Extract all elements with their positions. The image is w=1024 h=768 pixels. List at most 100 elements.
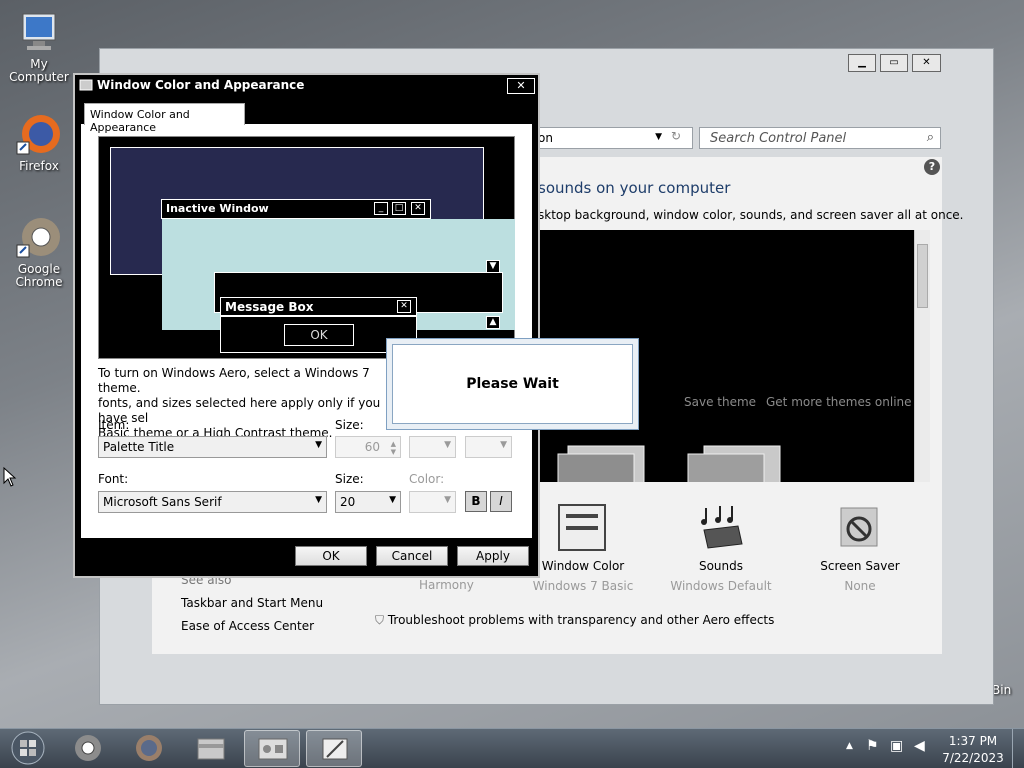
screen-saver-label: Screen Saver xyxy=(820,559,900,573)
item-size-spinner[interactable]: 60 ▲ ▼ xyxy=(335,436,401,458)
computer-icon xyxy=(15,10,63,54)
preview-ok-button[interactable]: OK xyxy=(284,324,354,346)
item-color-2-select[interactable]: ▼ xyxy=(465,436,512,458)
sounds-item[interactable]: Sounds Windows Default xyxy=(661,504,781,593)
chevron-down-icon: ▼ xyxy=(315,440,322,450)
chevron-down-icon: ▼ xyxy=(444,440,451,450)
mouse-cursor-icon xyxy=(3,467,17,487)
item-select[interactable]: Palette Title ▼ xyxy=(98,436,327,458)
firefox-icon xyxy=(15,112,63,156)
please-wait-popup: Please Wait xyxy=(386,338,639,430)
window-color-value: Windows 7 Basic xyxy=(532,579,634,593)
font-size-label: Size: xyxy=(335,472,364,486)
action-center-flag-icon[interactable]: ⚑ xyxy=(866,738,879,754)
page-subheading: sktop background, window color, sounds, … xyxy=(538,208,964,222)
window-color-label: Window Color xyxy=(541,559,625,573)
chevron-down-icon: ▼ xyxy=(389,495,396,505)
item-color-1-select[interactable]: ▼ xyxy=(409,436,456,458)
tab-window-color-appearance[interactable]: Window Color and Appearance xyxy=(84,103,245,134)
taskbar-chrome[interactable] xyxy=(60,730,116,767)
font-select-value: Microsoft Sans Serif xyxy=(103,495,222,509)
italic-toggle[interactable]: I xyxy=(490,491,512,512)
minimize-button[interactable]: ▁ xyxy=(848,54,876,72)
taskbar-firefox[interactable] xyxy=(121,730,177,767)
get-more-themes-link[interactable]: Get more themes online xyxy=(766,395,912,409)
network-icon[interactable]: ▣ xyxy=(890,738,903,754)
preview-inactive-window-title[interactable]: Inactive Window xyxy=(161,199,431,219)
window-color-item[interactable]: Window Color Windows 7 Basic xyxy=(523,504,643,593)
taskbar-start-menu-link[interactable]: Taskbar and Start Menu xyxy=(181,596,323,610)
folder-icon xyxy=(197,738,225,760)
dialog-close-button[interactable]: ✕ xyxy=(507,78,535,94)
save-theme-link[interactable]: Save theme xyxy=(684,395,756,409)
sounds-value: Windows Default xyxy=(670,579,772,593)
desktop-icon-label: My Computer xyxy=(9,57,69,84)
control-panel-icon xyxy=(258,738,288,760)
show-desktop-button[interactable] xyxy=(1012,729,1024,768)
close-button[interactable]: ✕ xyxy=(912,54,941,72)
page-heading: sounds on your computer xyxy=(538,179,731,197)
item-select-value: Palette Title xyxy=(103,440,175,454)
troubleshoot-link[interactable]: ⛉ Troubleshoot problems with transparenc… xyxy=(375,613,774,628)
clock-time: 1:37 PM xyxy=(948,734,998,748)
item-size-value: 60 xyxy=(364,440,380,454)
preview-scroll-down-icon: ▼ xyxy=(486,260,500,273)
spinner-arrows-icon[interactable]: ▲ ▼ xyxy=(391,440,396,456)
sounds-icon xyxy=(701,506,743,549)
bold-toggle[interactable]: B xyxy=(465,491,487,512)
ease-of-access-link[interactable]: Ease of Access Center xyxy=(181,619,314,633)
taskbar-explorer[interactable] xyxy=(183,730,239,767)
address-bar[interactable]: on ▼ xyxy=(533,127,693,149)
inactive-window-label: Inactive Window xyxy=(166,202,269,215)
chevron-down-icon: ▼ xyxy=(655,132,662,142)
preview-maximize-icon: □ xyxy=(392,202,406,215)
system-clock[interactable]: 1:37 PM 7/22/2023 xyxy=(940,733,1006,767)
item-size-label: Size: xyxy=(335,418,364,432)
sounds-label: Sounds xyxy=(698,559,744,573)
instructions-line: To turn on Windows Aero, select a Window… xyxy=(98,366,370,395)
dialog-app-icon xyxy=(79,79,93,91)
firefox-icon xyxy=(136,735,162,761)
desktop-icon-firefox[interactable]: Firefox xyxy=(0,112,79,173)
start-button[interactable] xyxy=(8,730,48,767)
font-color-label: Color: xyxy=(409,472,445,486)
font-select[interactable]: Microsoft Sans Serif ▼ xyxy=(98,491,327,513)
chevron-down-icon: ▼ xyxy=(500,440,507,450)
address-text: on xyxy=(538,131,553,145)
dialog-title: Window Color and Appearance xyxy=(97,78,305,92)
chevron-down-icon: ▼ xyxy=(315,495,322,505)
taskbar-window-color[interactable] xyxy=(306,730,362,767)
desktop-icon-label: Firefox xyxy=(19,159,59,173)
refresh-icon[interactable]: ↻ xyxy=(671,129,681,143)
volume-icon[interactable]: ◀ xyxy=(914,738,925,754)
font-label: Font: xyxy=(98,472,129,486)
preview-message-box-title[interactable]: Message Box xyxy=(220,297,417,316)
shield-icon: ⛉ xyxy=(375,613,385,627)
taskbar-control-panel[interactable] xyxy=(244,730,300,767)
preview-close-icon: ✕ xyxy=(411,202,425,215)
help-icon[interactable]: ? xyxy=(924,159,940,175)
search-input[interactable]: Search Control Panel ⌕ xyxy=(699,127,941,149)
ok-button[interactable]: OK xyxy=(295,546,367,566)
desktop-icon-label: Google Chrome xyxy=(15,262,63,289)
cancel-button[interactable]: Cancel xyxy=(376,546,448,566)
desktop-icon-google-chrome[interactable]: Google Chrome xyxy=(0,215,79,289)
window-color-icon xyxy=(322,738,348,760)
chrome-icon xyxy=(15,215,63,259)
screen-saver-item[interactable]: Screen Saver None xyxy=(800,504,920,593)
theme-thumbnails[interactable] xyxy=(538,440,798,482)
show-hidden-icons-chevron[interactable]: ▲ xyxy=(846,741,853,751)
scrollbar-thumb[interactable] xyxy=(917,244,928,308)
preview-minimize-icon: _ xyxy=(374,202,388,215)
font-size-select[interactable]: 20 ▼ xyxy=(335,491,401,513)
gallery-scrollbar[interactable] xyxy=(914,230,930,482)
font-color-select[interactable]: ▼ xyxy=(409,491,456,513)
desktop-icon-my-computer[interactable]: My Computer xyxy=(0,10,79,84)
recycle-bin-label[interactable]: Bin xyxy=(992,683,1011,697)
clock-date: 7/22/2023 xyxy=(942,751,1004,765)
screen-saver-icon xyxy=(840,507,878,547)
maximize-button[interactable]: ▭ xyxy=(880,54,908,72)
chrome-icon xyxy=(75,735,101,761)
apply-button[interactable]: Apply xyxy=(457,546,529,566)
screen-saver-value: None xyxy=(844,579,876,593)
